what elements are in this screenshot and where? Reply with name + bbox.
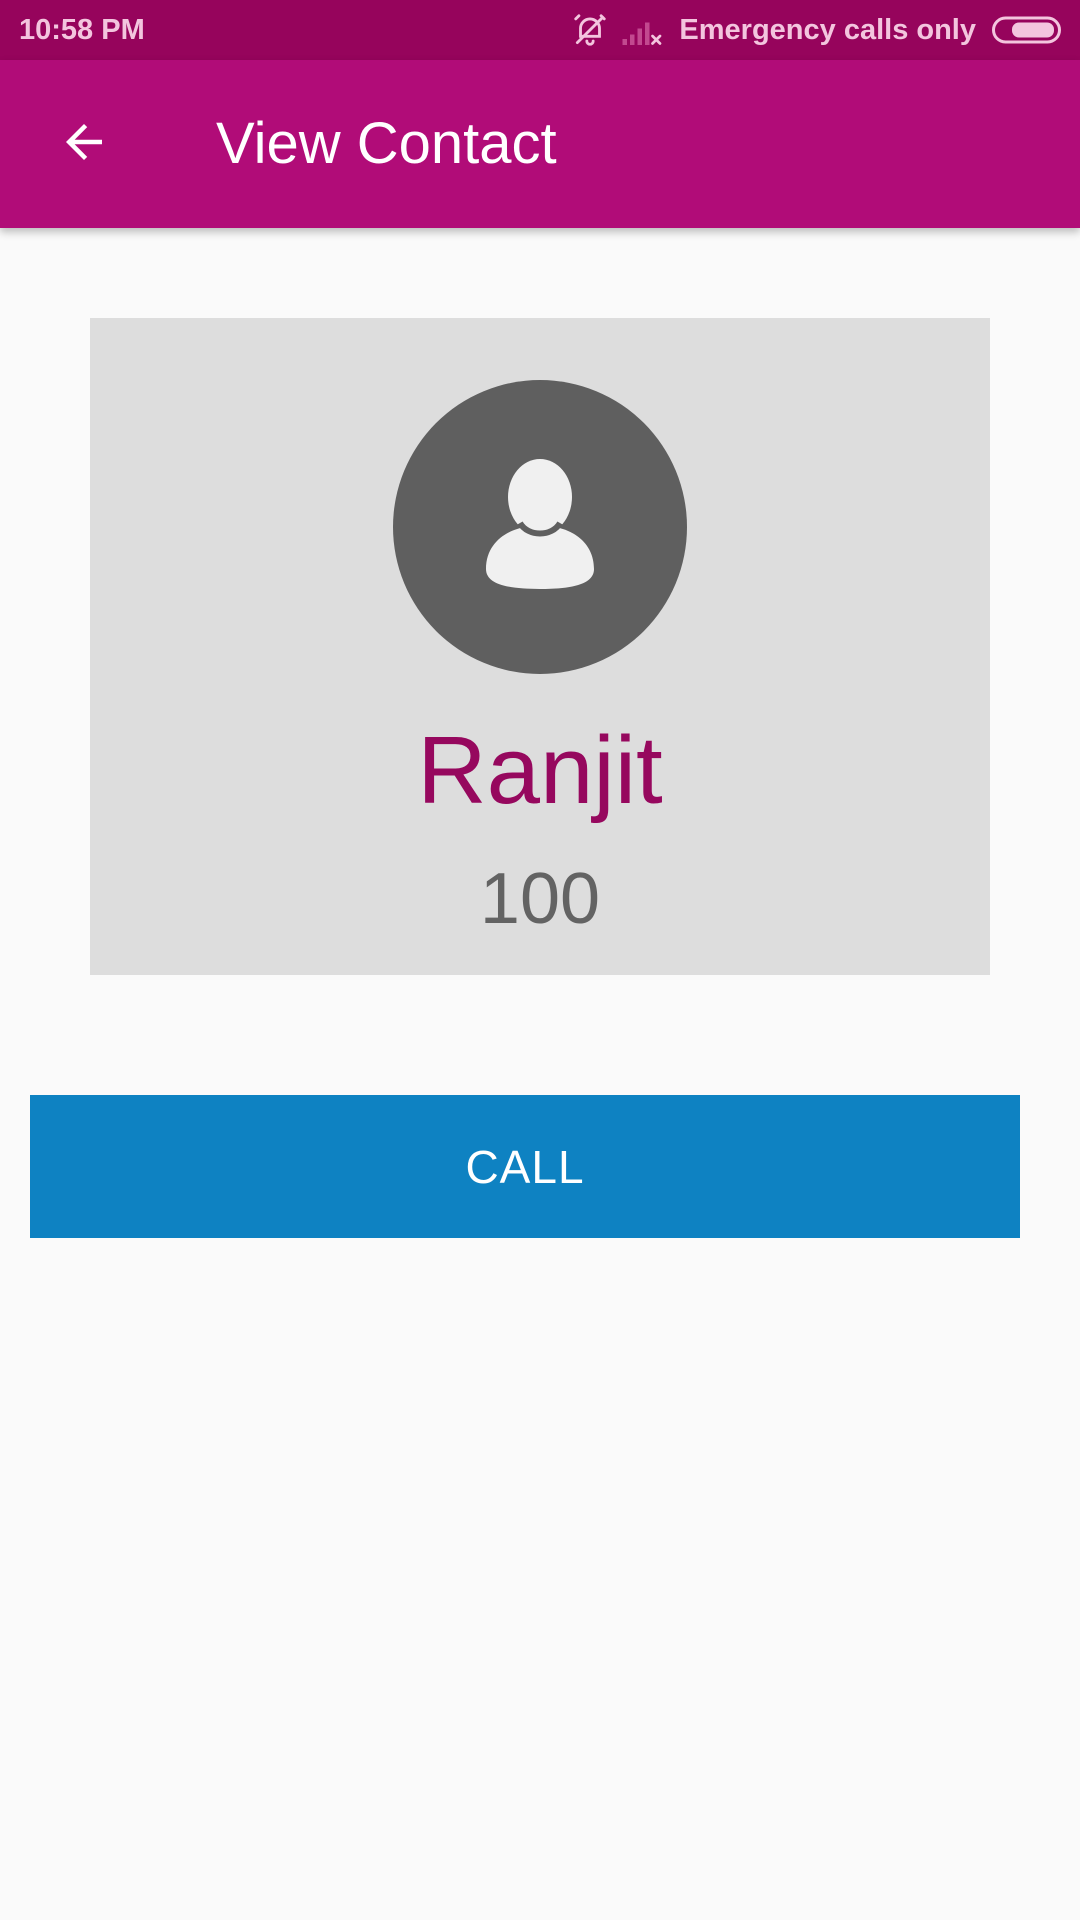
status-time: 10:58 PM xyxy=(19,14,145,46)
carrier-text: Emergency calls only xyxy=(679,13,976,46)
back-button[interactable] xyxy=(42,102,126,186)
person-icon xyxy=(480,457,600,598)
battery-icon xyxy=(992,16,1064,44)
app-bar: View Contact xyxy=(0,60,1080,228)
avatar xyxy=(393,380,687,674)
status-icons: Emergency calls only xyxy=(571,0,1064,60)
arrow-back-icon xyxy=(57,115,111,174)
call-button[interactable]: CALL xyxy=(30,1095,1020,1238)
contact-card: Ranjit 100 xyxy=(90,318,990,975)
page-title: View Contact xyxy=(216,111,557,176)
no-signal-icon xyxy=(621,11,663,49)
status-bar: 10:58 PM Emergency calls only xyxy=(0,0,1080,60)
contact-number: 100 xyxy=(479,859,601,939)
alarm-off-icon xyxy=(571,11,609,49)
contact-name: Ranjit xyxy=(417,717,663,824)
